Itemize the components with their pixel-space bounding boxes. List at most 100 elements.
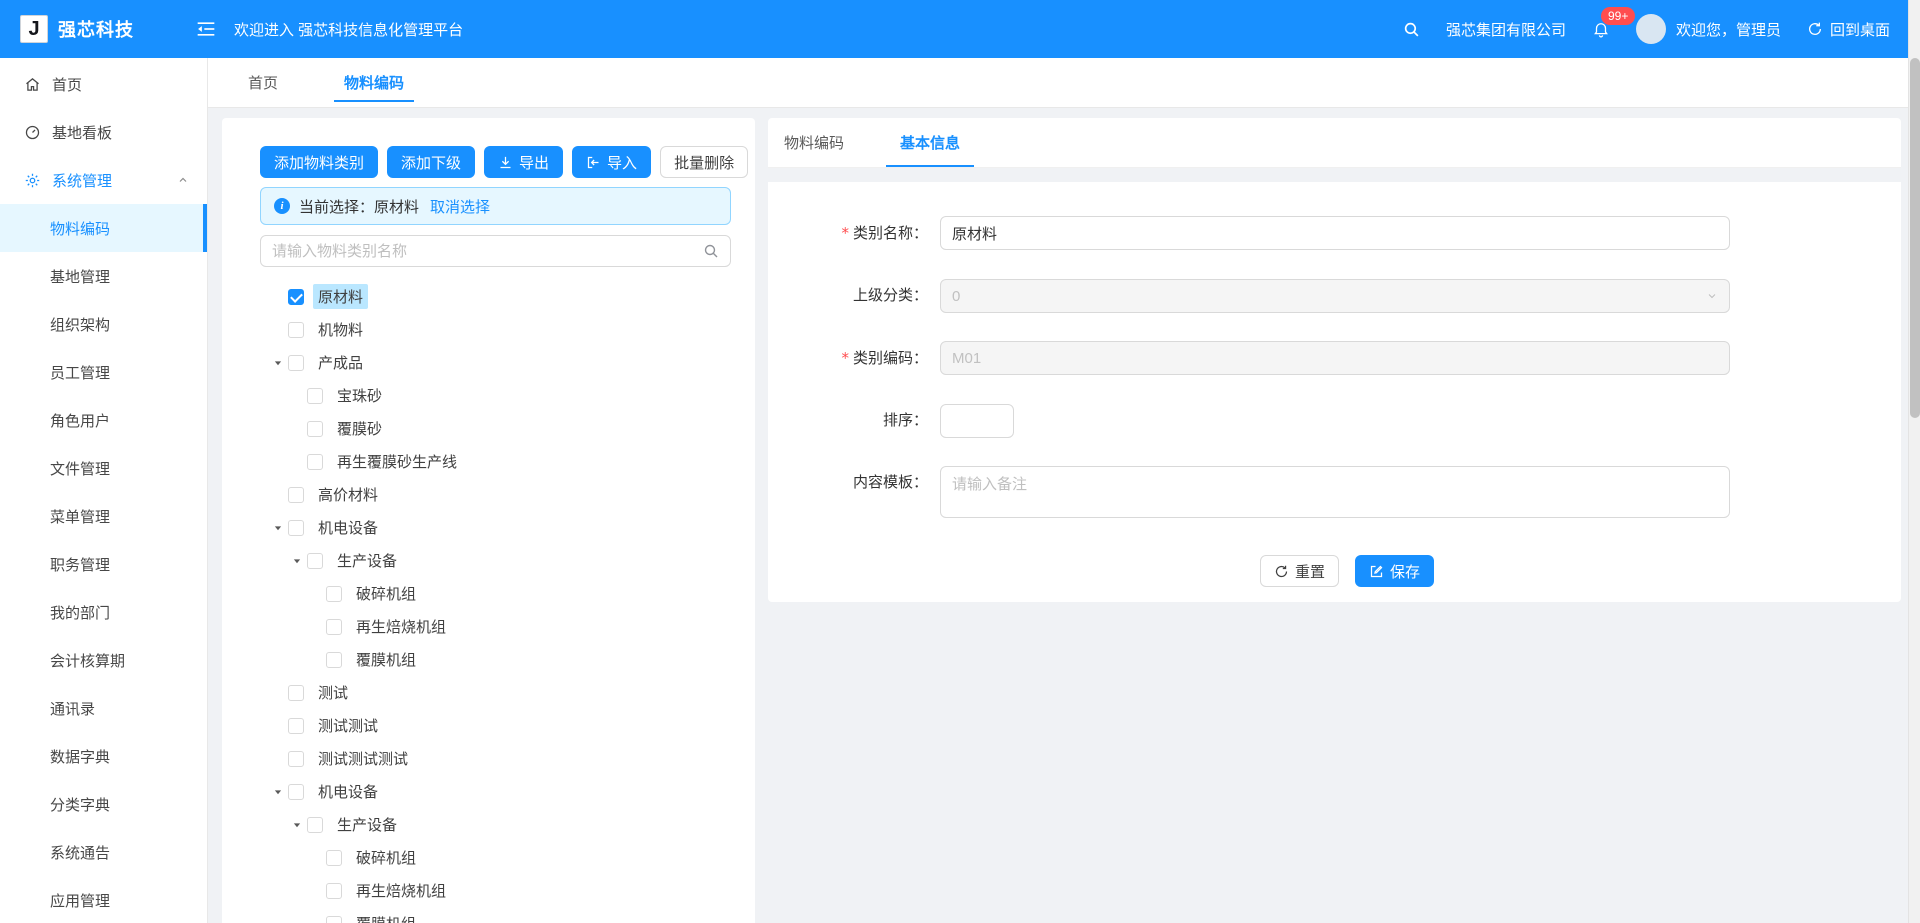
nav-tab-0[interactable]: 首页 bbox=[248, 58, 278, 107]
tree-node-label[interactable]: 覆膜砂 bbox=[332, 416, 387, 441]
tree-node-1[interactable]: 机物料 bbox=[260, 313, 731, 346]
tree-node-label[interactable]: 产成品 bbox=[313, 350, 368, 375]
sidebar-item-2[interactable]: 系统管理 bbox=[0, 156, 207, 204]
tree-node-label[interactable]: 原材料 bbox=[313, 284, 368, 309]
tree-node-17[interactable]: 破碎机组 bbox=[260, 841, 731, 874]
sidebar-item-11[interactable]: 我的部门 bbox=[0, 588, 207, 636]
tree-node-label[interactable]: 机物料 bbox=[313, 317, 368, 342]
detail-tab-0[interactable]: 物料编码 bbox=[784, 118, 844, 167]
tree-node-label[interactable]: 生产设备 bbox=[332, 812, 402, 837]
notification-bell-icon[interactable]: 99+ bbox=[1592, 20, 1610, 38]
tree-node-14[interactable]: 测试测试测试 bbox=[260, 742, 731, 775]
tree-node-12[interactable]: 测试 bbox=[260, 676, 731, 709]
tree-node-0[interactable]: 原材料 bbox=[260, 280, 731, 313]
tree-checkbox[interactable] bbox=[326, 916, 342, 923]
tree-checkbox[interactable] bbox=[288, 487, 304, 503]
nav-tab-1[interactable]: 物料编码 bbox=[344, 58, 404, 107]
tree-node-label[interactable]: 测试 bbox=[313, 680, 353, 705]
tree-checkbox[interactable] bbox=[326, 619, 342, 635]
tree-node-label[interactable]: 高价材料 bbox=[313, 482, 383, 507]
tree-checkbox[interactable] bbox=[288, 718, 304, 734]
tree-node-label[interactable]: 机电设备 bbox=[313, 515, 383, 540]
sidebar-item-9[interactable]: 菜单管理 bbox=[0, 492, 207, 540]
sidebar-item-10[interactable]: 职务管理 bbox=[0, 540, 207, 588]
sidebar-item-14[interactable]: 数据字典 bbox=[0, 732, 207, 780]
tree-checkbox[interactable] bbox=[288, 751, 304, 767]
tree-node-5[interactable]: 再生覆膜砂生产线 bbox=[260, 445, 731, 478]
tree-node-label[interactable]: 机电设备 bbox=[313, 779, 383, 804]
cancel-selection-link[interactable]: 取消选择 bbox=[430, 196, 490, 217]
sidebar-item-17[interactable]: 应用管理 bbox=[0, 876, 207, 923]
tree-checkbox[interactable] bbox=[326, 652, 342, 668]
tree-node-label[interactable]: 破碎机组 bbox=[351, 845, 421, 870]
tree-node-2[interactable]: 产成品 bbox=[260, 346, 731, 379]
tree-node-label[interactable]: 覆膜机组 bbox=[351, 911, 421, 923]
tree-checkbox[interactable] bbox=[326, 850, 342, 866]
tree-node-label[interactable]: 再生覆膜砂生产线 bbox=[332, 449, 462, 474]
tree-node-label[interactable]: 宝珠砂 bbox=[332, 383, 387, 408]
tree-node-10[interactable]: 再生焙烧机组 bbox=[260, 610, 731, 643]
tree-checkbox[interactable] bbox=[307, 421, 323, 437]
tree-node-4[interactable]: 覆膜砂 bbox=[260, 412, 731, 445]
caret-down-icon[interactable] bbox=[268, 358, 288, 368]
toolbar-button-4[interactable]: 批量删除 bbox=[660, 146, 748, 178]
toolbar-button-2[interactable]: 导出 bbox=[484, 146, 563, 178]
tree-checkbox[interactable] bbox=[326, 586, 342, 602]
tree-checkbox[interactable] bbox=[307, 553, 323, 569]
tree-node-label[interactable]: 再生焙烧机组 bbox=[351, 878, 451, 903]
tree-checkbox[interactable] bbox=[307, 454, 323, 470]
toolbar-button-3[interactable]: 导入 bbox=[572, 146, 651, 178]
content-template-textarea[interactable] bbox=[940, 466, 1730, 518]
scrollbar-thumb[interactable] bbox=[1910, 58, 1920, 418]
tree-node-8[interactable]: 生产设备 bbox=[260, 544, 731, 577]
company-name[interactable]: 强芯集团有限公司 bbox=[1446, 19, 1566, 40]
toolbar-button-0[interactable]: 添加物料类别 bbox=[260, 146, 378, 178]
search-icon[interactable] bbox=[703, 243, 719, 259]
tree-checkbox[interactable] bbox=[288, 520, 304, 536]
tree-node-9[interactable]: 破碎机组 bbox=[260, 577, 731, 610]
search-icon[interactable] bbox=[1403, 21, 1420, 38]
tree-node-15[interactable]: 机电设备 bbox=[260, 775, 731, 808]
sidebar-item-4[interactable]: 基地管理 bbox=[0, 252, 207, 300]
tree-node-11[interactable]: 覆膜机组 bbox=[260, 643, 731, 676]
sidebar-item-3[interactable]: 物料编码 bbox=[0, 204, 207, 252]
sidebar-item-13[interactable]: 通讯录 bbox=[0, 684, 207, 732]
tree-node-label[interactable]: 测试测试测试 bbox=[313, 746, 413, 771]
tree-node-13[interactable]: 测试测试 bbox=[260, 709, 731, 742]
sidebar-item-15[interactable]: 分类字典 bbox=[0, 780, 207, 828]
parent-category-select[interactable]: 0 bbox=[940, 279, 1730, 313]
tree-node-label[interactable]: 覆膜机组 bbox=[351, 647, 421, 672]
toolbar-button-1[interactable]: 添加下级 bbox=[387, 146, 475, 178]
menu-fold-icon[interactable] bbox=[196, 20, 216, 38]
tree-node-7[interactable]: 机电设备 bbox=[260, 511, 731, 544]
caret-down-icon[interactable] bbox=[287, 820, 307, 830]
page-scrollbar[interactable] bbox=[1908, 0, 1920, 923]
tree-node-16[interactable]: 生产设备 bbox=[260, 808, 731, 841]
tree-checkbox[interactable] bbox=[288, 784, 304, 800]
tree-checkbox[interactable] bbox=[288, 355, 304, 371]
reset-button[interactable]: 重置 bbox=[1260, 555, 1339, 587]
tree-checkbox[interactable] bbox=[307, 817, 323, 833]
sidebar-item-7[interactable]: 角色用户 bbox=[0, 396, 207, 444]
tree-node-label[interactable]: 测试测试 bbox=[313, 713, 383, 738]
sidebar-item-12[interactable]: 会计核算期 bbox=[0, 636, 207, 684]
avatar[interactable] bbox=[1636, 14, 1666, 44]
sort-order-input[interactable] bbox=[940, 404, 1014, 438]
tree-checkbox[interactable] bbox=[326, 883, 342, 899]
tree-checkbox[interactable] bbox=[307, 388, 323, 404]
category-search-input[interactable] bbox=[272, 243, 695, 260]
tree-node-3[interactable]: 宝珠砂 bbox=[260, 379, 731, 412]
sidebar-item-5[interactable]: 组织架构 bbox=[0, 300, 207, 348]
tree-checkbox[interactable] bbox=[288, 685, 304, 701]
back-to-desktop-button[interactable]: 回到桌面 bbox=[1807, 19, 1890, 40]
tree-checkbox[interactable] bbox=[288, 322, 304, 338]
tree-node-label[interactable]: 破碎机组 bbox=[351, 581, 421, 606]
sidebar-item-0[interactable]: 首页 bbox=[0, 60, 207, 108]
tree-node-6[interactable]: 高价材料 bbox=[260, 478, 731, 511]
tree-node-19[interactable]: 覆膜机组 bbox=[260, 907, 731, 923]
caret-down-icon[interactable] bbox=[268, 787, 288, 797]
detail-tab-1[interactable]: 基本信息 bbox=[900, 118, 960, 167]
sidebar-item-16[interactable]: 系统通告 bbox=[0, 828, 207, 876]
sidebar-item-8[interactable]: 文件管理 bbox=[0, 444, 207, 492]
sidebar-item-6[interactable]: 员工管理 bbox=[0, 348, 207, 396]
